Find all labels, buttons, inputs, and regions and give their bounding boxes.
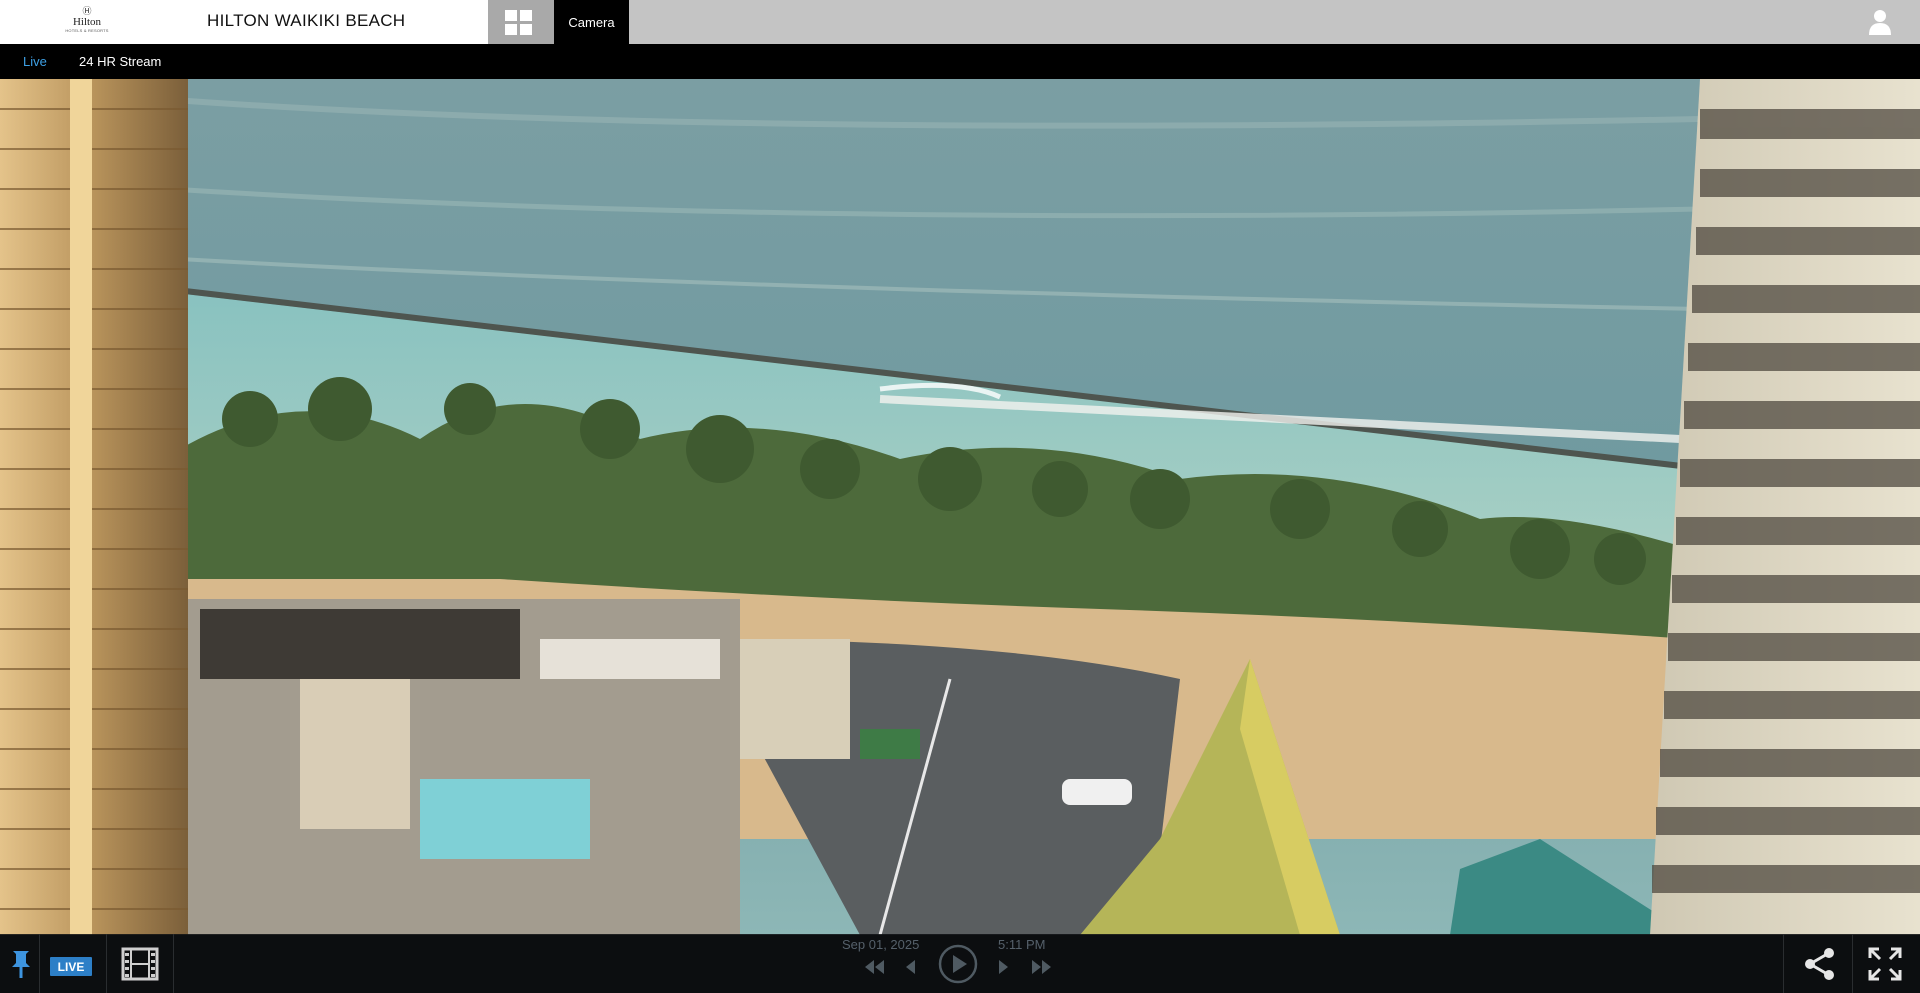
- stream-time: 5:11 PM: [998, 937, 1046, 952]
- step-back-button[interactable]: [902, 957, 918, 977]
- film-icon: [121, 947, 159, 981]
- user-icon: [1869, 10, 1891, 35]
- pin-button[interactable]: [8, 948, 34, 980]
- film-button[interactable]: [120, 946, 160, 982]
- subnav-24hr-stream[interactable]: 24 HR Stream: [79, 54, 161, 69]
- stream-date: Sep 01, 2025: [842, 937, 920, 952]
- step-forward-button[interactable]: [996, 957, 1012, 977]
- hilton-logo[interactable]: Ⓗ Hilton HOTELS & RESORTS: [64, 6, 110, 38]
- user-account-button[interactable]: [1860, 8, 1900, 36]
- skip-back-button[interactable]: [862, 957, 886, 977]
- divider: [39, 934, 40, 993]
- step-forward-icon: [999, 960, 1008, 974]
- skip-back-icon: [865, 960, 884, 974]
- divider: [173, 934, 174, 993]
- play-icon: [938, 944, 978, 984]
- skip-forward-button[interactable]: [1030, 957, 1054, 977]
- tab-camera[interactable]: Camera: [554, 0, 629, 44]
- divider: [106, 934, 107, 993]
- logo-mark: Ⓗ: [82, 6, 92, 16]
- live-badge[interactable]: LIVE: [50, 957, 92, 976]
- sub-navigation: Live 24 HR Stream: [0, 44, 1920, 79]
- camera-image: [0, 79, 1920, 935]
- divider: [1852, 934, 1853, 993]
- logo-name: Hilton: [72, 16, 102, 28]
- skip-forward-icon: [1032, 960, 1051, 974]
- step-back-icon: [906, 960, 915, 974]
- top-header: Ⓗ Hilton HOTELS & RESORTS HILTON WAIKIKI…: [0, 0, 1920, 44]
- pin-icon: [12, 951, 30, 978]
- play-button[interactable]: [938, 944, 978, 984]
- logo-subtitle: HOTELS & RESORTS: [65, 28, 109, 33]
- grid-view-button[interactable]: [488, 0, 554, 44]
- share-button[interactable]: [1803, 946, 1837, 982]
- hotel-name: HILTON WAIKIKI BEACH: [207, 11, 406, 30]
- share-icon: [1805, 948, 1834, 980]
- camera-view[interactable]: [0, 79, 1920, 935]
- fullscreen-button[interactable]: [1867, 946, 1903, 982]
- divider: [1783, 934, 1784, 993]
- subnav-live[interactable]: Live: [23, 54, 47, 69]
- fullscreen-icon: [1868, 947, 1902, 981]
- brand-area: Ⓗ Hilton HOTELS & RESORTS HILTON WAIKIKI…: [0, 0, 488, 44]
- player-controls: LIVE Sep 01, 2025 5:11 PM: [0, 934, 1920, 993]
